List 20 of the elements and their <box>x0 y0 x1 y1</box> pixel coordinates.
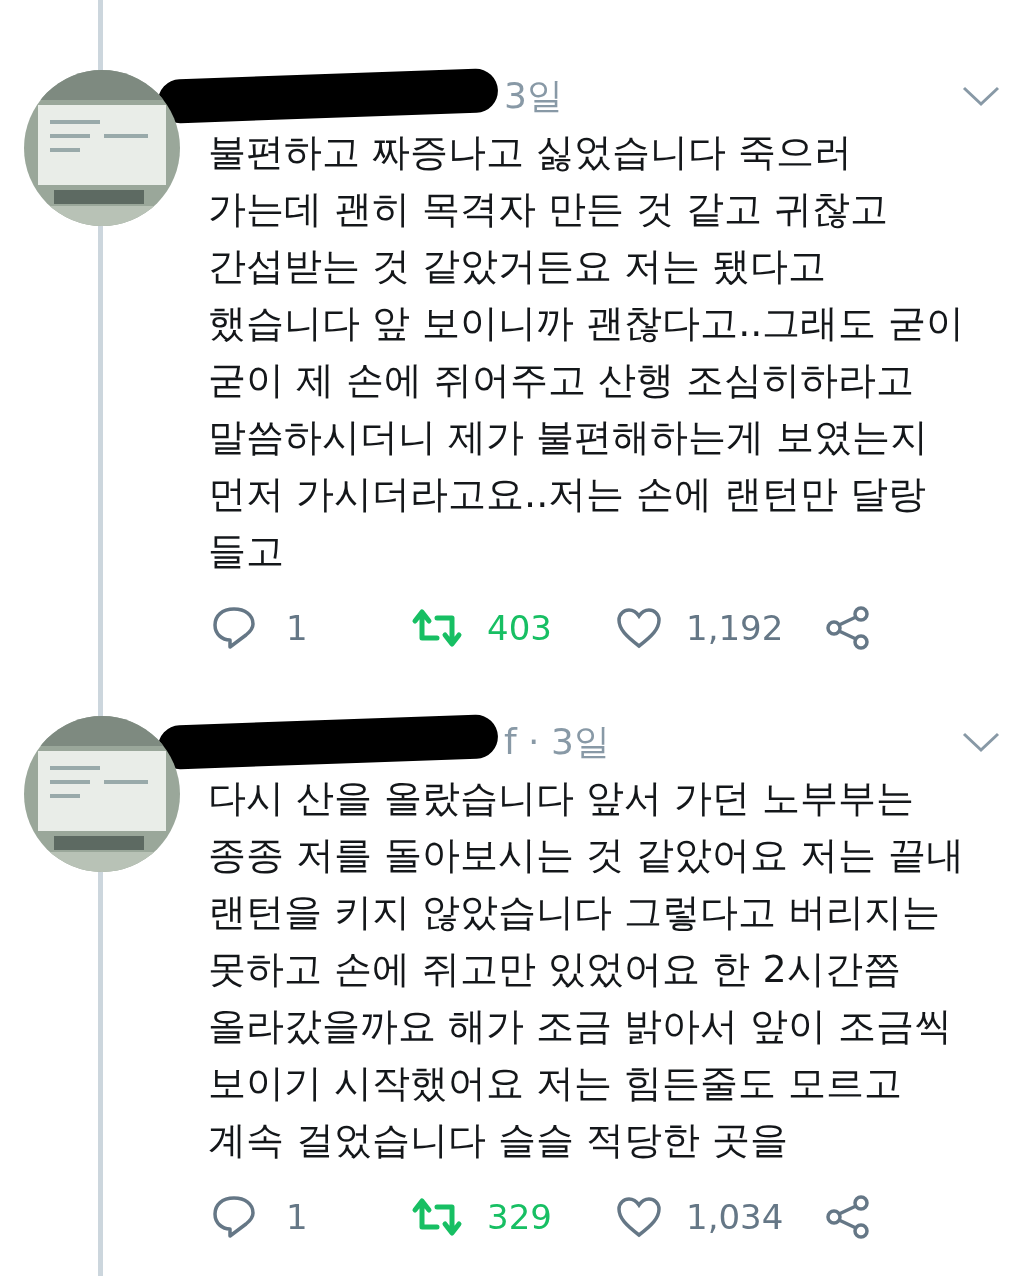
reply-icon[interactable] <box>212 605 256 651</box>
tweet-timestamp: f · 3일 <box>504 724 610 760</box>
like-count: 1,034 <box>686 1195 784 1239</box>
share-icon[interactable] <box>825 606 872 650</box>
tweet-text: 다시 산을 올랐습니다 앞서 가던 노부부는 종종 저를 돌아보시는 것 같았어요 저는 끝내 랜턴을 키지 않았습니다 그렇다고 버리지는 못하고 손에 쥐고만 있었어요 한 2시간쯤 올라갔을까요 해가 조금 밝아서 앞이 조금씩 보이기 시작했어요 저는 힘든줄도 모르고 계속 걸었습니다 슬슬 적당한 곳을 <box>208 775 966 1164</box>
tweet-timestamp: 3일 <box>504 78 563 114</box>
tweet-text: 불편하고 짜증나고 싫었습니다 죽으러 가는데 괜히 목격자 만든 것 같고 귀찮고 간섭받는 것 같았거든요 저는 됐다고 했습니다 앞 보이니까 괜찮다고..그래도 굳이 굳이 제 손에 쥐어주고 산행 조심히하라고 말씀하시더니 제가 불편해하는게 보였는지 먼저 가시더라고요..저는 손에 랜턴만 달랑 들고 <box>208 129 966 575</box>
retweet-count: 329 <box>487 1195 553 1239</box>
retweet-icon[interactable] <box>411 1197 463 1237</box>
share-icon[interactable] <box>825 1195 872 1239</box>
reply-icon[interactable] <box>212 1194 256 1240</box>
chevron-down-icon[interactable] <box>962 85 1000 107</box>
chevron-down-icon[interactable] <box>962 731 1000 753</box>
retweet-icon[interactable] <box>411 608 463 648</box>
heart-icon[interactable] <box>616 1196 662 1238</box>
like-count: 1,192 <box>686 606 784 650</box>
heart-icon[interactable] <box>616 607 662 649</box>
reply-count: 1 <box>286 606 309 650</box>
reply-count: 1 <box>286 1195 309 1239</box>
retweet-count: 403 <box>487 606 553 650</box>
